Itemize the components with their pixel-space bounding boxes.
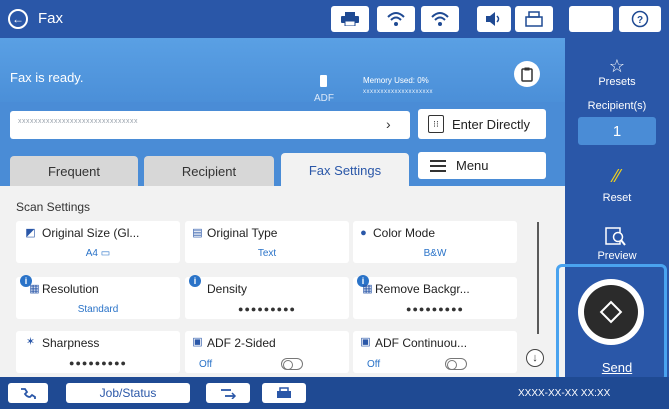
remove-background-label: Remove Backgr... (375, 282, 470, 296)
adf-2-sided-value: Off (199, 359, 213, 370)
sharpness-slider: ●●●●●●●●● (69, 358, 127, 368)
job-status-button[interactable]: Job/Status (66, 383, 190, 403)
memory-bar: xxxxxxxxxxxxxxxxxxxx (363, 89, 433, 95)
original-type-value: Text (257, 248, 277, 259)
original-size-card[interactable]: ◩ Original Size (Gl... A4 ▭ (16, 221, 180, 263)
recipients-count[interactable]: 1 (578, 117, 656, 145)
adf-2-sided-icon: ▣ (192, 336, 203, 348)
preview-icon[interactable] (604, 226, 628, 253)
fax-number: XXXX-XX-XX XX:XX (518, 388, 611, 399)
screen-title: Fax (38, 10, 64, 27)
adf-2-sided-label: ADF 2-Sided (207, 336, 276, 350)
hamburger-icon (430, 159, 446, 172)
remove-background-icon: ▦ (362, 283, 373, 295)
memory-used-label: Memory Used: 0% (363, 76, 429, 85)
fax-log-icon[interactable] (8, 383, 48, 403)
sharpness-label: Sharpness (42, 336, 100, 350)
recipients-label: Recipient(s) (587, 100, 647, 112)
recipient-value: xxxxxxxxxxxxxxxxxxxxxxxxxxxxxx (18, 118, 138, 125)
original-size-icon: ◩ (25, 227, 36, 239)
sharpness-card[interactable]: ✶ Sharpness ●●●●●●●●● (16, 331, 180, 373)
presets-label[interactable]: Presets (565, 76, 669, 88)
adf-continuous-icon: ▣ (360, 336, 371, 348)
preview-label[interactable]: Preview (565, 250, 669, 262)
color-mode-icon: ● (360, 227, 367, 239)
remove-background-card[interactable]: i ▦ Remove Backgr... ●●●●●●●●● (353, 275, 517, 319)
printer-icon[interactable] (331, 6, 369, 32)
clipboard-icon[interactable] (514, 61, 540, 87)
wifi-direct-icon[interactable] (377, 6, 415, 32)
keypad-icon: ⁝⁝ (428, 115, 444, 133)
color-mode-card[interactable]: ● Color Mode B&W (353, 221, 517, 263)
adf-continuous-card[interactable]: ▣ ADF Continuou... Off (353, 331, 517, 373)
back-button[interactable]: ← (8, 9, 28, 29)
density-card[interactable]: i Density ●●●●●●●●● (185, 275, 349, 319)
adf-2-sided-toggle[interactable] (281, 358, 303, 370)
fax-box-icon[interactable] (262, 383, 306, 403)
sharpness-icon: ✶ (25, 336, 36, 348)
color-mode-value: B&W (423, 248, 447, 259)
tab-fax-settings[interactable]: Fax Settings (281, 153, 409, 187)
density-label: Density (207, 282, 248, 296)
fax-network-icon[interactable] (515, 6, 553, 32)
send-icon (599, 300, 623, 324)
status-area (0, 38, 565, 102)
reset-icon[interactable]: ⁄⁄ (565, 166, 669, 187)
resolution-value: Standard (77, 304, 119, 315)
tab-recipient[interactable]: Recipient (144, 156, 274, 186)
send-button[interactable] (578, 279, 644, 345)
original-type-label: Original Type (207, 226, 278, 240)
density-slider: ●●●●●●●●● (238, 304, 296, 314)
adf-continuous-toggle[interactable] (445, 358, 467, 370)
star-icon[interactable]: ☆ (565, 56, 669, 77)
resolution-icon: ▦ (29, 283, 40, 295)
original-size-label: Original Size (Gl... (42, 226, 140, 240)
status-message: Fax is ready. (10, 70, 84, 85)
send-label[interactable]: Send (565, 360, 669, 375)
resolution-card[interactable]: i ▦ Resolution Standard (16, 275, 180, 319)
enter-directly-label: Enter Directly (452, 116, 531, 132)
svg-text:?: ? (637, 15, 643, 26)
original-type-icon: ▤ (192, 227, 203, 239)
wifi-icon[interactable] (421, 6, 459, 32)
send-button-inner (584, 285, 638, 339)
color-mode-label: Color Mode (373, 226, 436, 240)
scroll-down-icon[interactable]: ↓ (526, 349, 544, 367)
chevron-right-icon[interactable]: › (386, 116, 391, 132)
enter-directly-button[interactable]: ⁝⁝ Enter Directly (418, 109, 546, 139)
menu-button[interactable]: Menu (418, 152, 546, 179)
original-size-value: A4 ▭ (85, 248, 111, 259)
resolution-label: Resolution (42, 282, 99, 296)
adf-2-sided-card[interactable]: ▣ ADF 2-Sided Off (185, 331, 349, 373)
original-type-card[interactable]: ▤ Original Type Text (185, 221, 349, 263)
help-icon[interactable]: ? (619, 6, 661, 32)
sleep-icon[interactable] (569, 6, 613, 32)
adf-paper-icon (320, 75, 327, 87)
adf-continuous-label: ADF Continuou... (375, 336, 468, 350)
scan-settings-heading: Scan Settings (16, 200, 91, 214)
reset-label[interactable]: Reset (565, 192, 669, 204)
info-badge-icon: i (189, 275, 201, 287)
remove-background-slider: ●●●●●●●●● (406, 304, 464, 314)
scrollbar[interactable] (537, 222, 539, 334)
volume-icon[interactable] (477, 6, 511, 32)
recipient-field[interactable] (10, 111, 410, 139)
send-receive-icon[interactable] (206, 383, 250, 403)
adf-continuous-value: Off (367, 359, 381, 370)
tab-frequent[interactable]: Frequent (10, 156, 138, 186)
menu-label: Menu (456, 158, 489, 173)
